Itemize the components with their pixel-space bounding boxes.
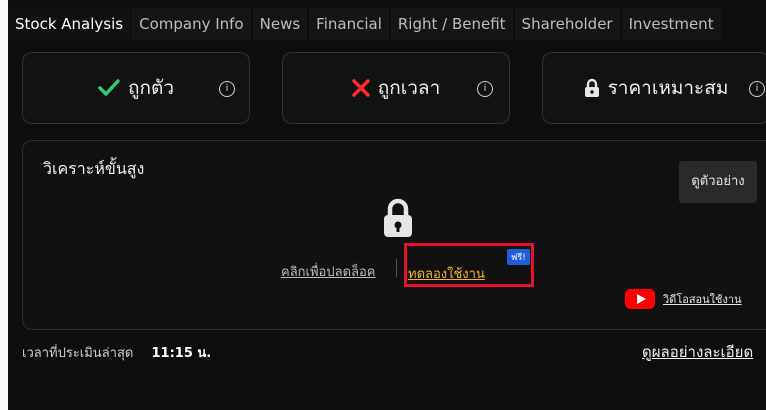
tab-bar: Stock Analysis Company Info News Financi… xyxy=(8,8,766,40)
info-icon[interactable]: i xyxy=(749,81,765,97)
view-detail-link[interactable]: ดูผลอย่างละเอียด xyxy=(642,340,753,364)
tutorial-video-link[interactable]: วิดีโอสอนใช้งาน xyxy=(663,290,742,308)
last-evaluated: เวลาที่ประเมินล่าสุด 11:15 น. xyxy=(22,342,211,363)
card-right-time[interactable]: ถูกเวลา i xyxy=(282,52,510,124)
lock-icon xyxy=(584,78,599,97)
signal-cards: ถูกตัว i ถูกเวลา i ราคาเหมาะสม i xyxy=(22,52,766,124)
info-icon[interactable]: i xyxy=(477,81,493,97)
lock-icon xyxy=(384,198,412,237)
tab-shareholder[interactable]: Shareholder xyxy=(514,8,620,40)
panel-title: วิเคราะห์ขั้นสูง xyxy=(43,159,145,178)
tab-stock-analysis[interactable]: Stock Analysis xyxy=(8,8,131,40)
youtube-icon xyxy=(625,289,655,309)
tab-company-info[interactable]: Company Info xyxy=(132,8,251,40)
tab-right-benefit[interactable]: Right / Benefit xyxy=(390,8,513,40)
card-label: ถูกเวลา xyxy=(377,77,441,99)
checkmark-icon xyxy=(98,79,120,96)
card-label: ราคาเหมาะสม xyxy=(607,77,729,99)
click-to-unlock-link[interactable]: คลิกเพื่อปลดล็อค xyxy=(281,261,376,282)
last-evaluated-time: 11:15 น. xyxy=(151,346,212,361)
card-label: ถูกตัว xyxy=(127,77,174,99)
card-right-price[interactable]: ราคาเหมาะสม i xyxy=(542,52,766,124)
stock-analysis-frame: Stock Analysis Company Info News Financi… xyxy=(8,0,766,410)
view-example-button[interactable]: ดูตัวอย่าง xyxy=(679,161,757,203)
card-right-stock[interactable]: ถูกตัว i xyxy=(22,52,250,124)
advanced-analysis-panel: วิเคราะห์ขั้นสูง ดูตัวอย่าง คลิกเพื่อปลด… xyxy=(22,140,766,330)
tab-financial[interactable]: Financial xyxy=(309,8,389,40)
tab-investment[interactable]: Investment xyxy=(621,8,721,40)
tab-news[interactable]: News xyxy=(252,8,308,40)
divider xyxy=(396,259,397,277)
tutorial-video[interactable]: วิดีโอสอนใช้งาน xyxy=(625,289,742,309)
highlight-box xyxy=(404,243,534,287)
last-evaluated-label: เวลาที่ประเมินล่าสุด xyxy=(22,346,134,361)
x-icon xyxy=(352,79,370,97)
info-icon[interactable]: i xyxy=(219,81,235,97)
